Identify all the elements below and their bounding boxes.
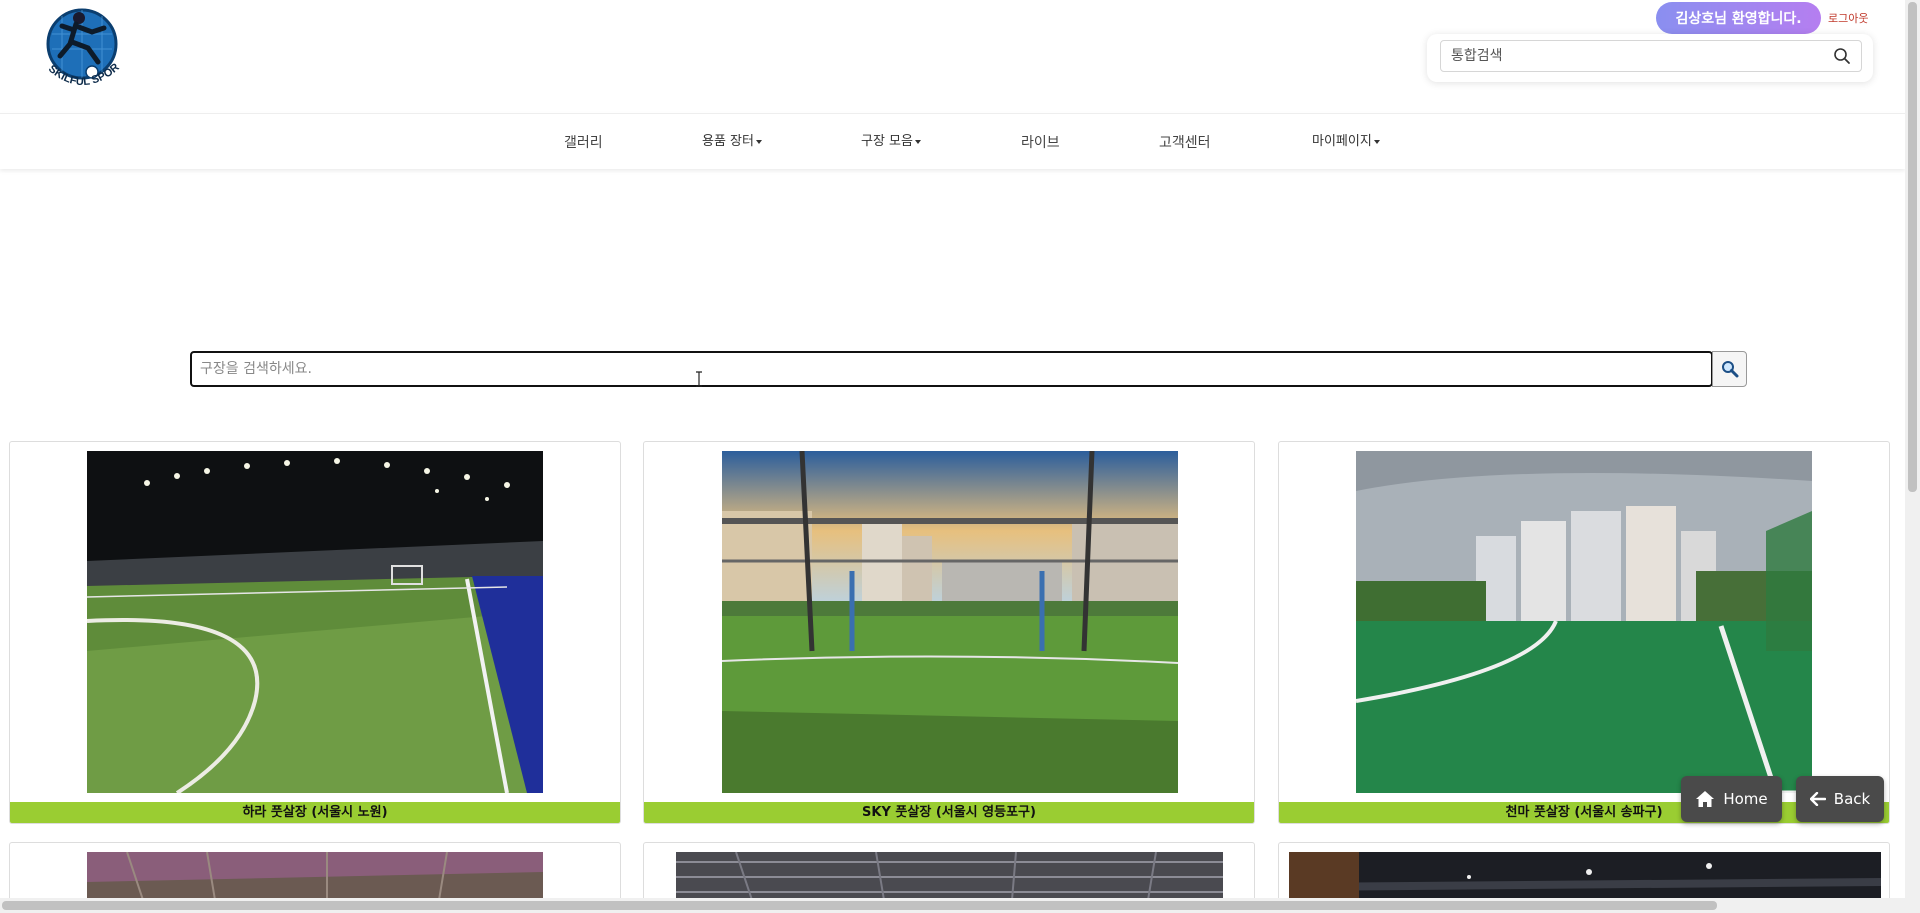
nav-live[interactable]: 라이브: [1021, 132, 1060, 152]
field-card[interactable]: [643, 842, 1255, 902]
back-button-label: Back: [1833, 790, 1871, 808]
logout-link[interactable]: 로그아웃: [1828, 10, 1868, 26]
field-card[interactable]: 천마 풋살장 (서울시 송파구): [1278, 441, 1890, 824]
field-photo: [87, 451, 543, 793]
caret-down-icon: [914, 139, 921, 144]
caret-down-icon: [755, 139, 762, 144]
field-photo: [722, 451, 1178, 793]
horizontal-scroll-thumb[interactable]: [2, 901, 1717, 910]
nav-mypage-label: 마이페이지: [1312, 134, 1372, 149]
field-search-input[interactable]: [192, 353, 1711, 385]
page: { "header": { "logo_text": "SKILFUL SPOR…: [0, 0, 1920, 913]
home-button[interactable]: Home: [1681, 776, 1782, 822]
field-card[interactable]: [1278, 842, 1890, 902]
site-logo[interactable]: SKILFUL SPORTS: [28, 0, 132, 110]
home-icon: [1696, 791, 1715, 807]
global-search-input[interactable]: [1441, 41, 1801, 71]
nav-gallery[interactable]: 갤러리: [564, 132, 603, 152]
horizontal-scrollbar[interactable]: [0, 898, 1905, 913]
field-caption: 하라 풋살장 (서울시 노원): [10, 802, 620, 823]
nav-live-label: 라이브: [1021, 135, 1060, 151]
global-search-box: [1440, 40, 1862, 72]
nav-fields[interactable]: 구장 모음: [861, 130, 921, 149]
field-search-button[interactable]: [1712, 351, 1747, 387]
welcome-badge: 김상호님 환영합니다.: [1656, 2, 1821, 34]
arrow-left-icon: [1809, 792, 1826, 806]
magnifier-icon: [1721, 361, 1738, 378]
field-photo: [1356, 451, 1812, 793]
field-photo: [87, 852, 543, 901]
field-card[interactable]: [9, 842, 621, 902]
caret-down-icon: [1373, 139, 1380, 144]
home-button-label: Home: [1723, 790, 1768, 808]
back-button[interactable]: Back: [1796, 776, 1884, 822]
vertical-scroll-thumb[interactable]: [1908, 2, 1917, 492]
field-card[interactable]: SKY 풋살장 (서울시 영등포구): [643, 441, 1255, 824]
nav-gallery-label: 갤러리: [564, 135, 603, 151]
main-nav: 갤러리 용품 장터 구장 모음 라이브 고객센터 마이페이지: [0, 113, 1905, 169]
search-icon[interactable]: [1833, 47, 1851, 65]
nav-market-label: 용품 장터: [702, 134, 754, 149]
field-caption: SKY 풋살장 (서울시 영등포구): [644, 802, 1254, 823]
nav-fields-label: 구장 모음: [861, 134, 913, 149]
nav-market[interactable]: 용품 장터: [702, 130, 762, 149]
nav-mypage[interactable]: 마이페이지: [1312, 130, 1380, 149]
field-card[interactable]: 하라 풋살장 (서울시 노원): [9, 441, 621, 824]
field-photo: [676, 852, 1223, 901]
text-cursor-icon: [696, 371, 702, 387]
nav-support[interactable]: 고객센터: [1159, 132, 1211, 152]
field-search-box: [190, 351, 1713, 387]
vertical-scrollbar[interactable]: [1905, 0, 1920, 913]
field-photo: [1289, 852, 1881, 901]
nav-support-label: 고객센터: [1159, 135, 1211, 151]
